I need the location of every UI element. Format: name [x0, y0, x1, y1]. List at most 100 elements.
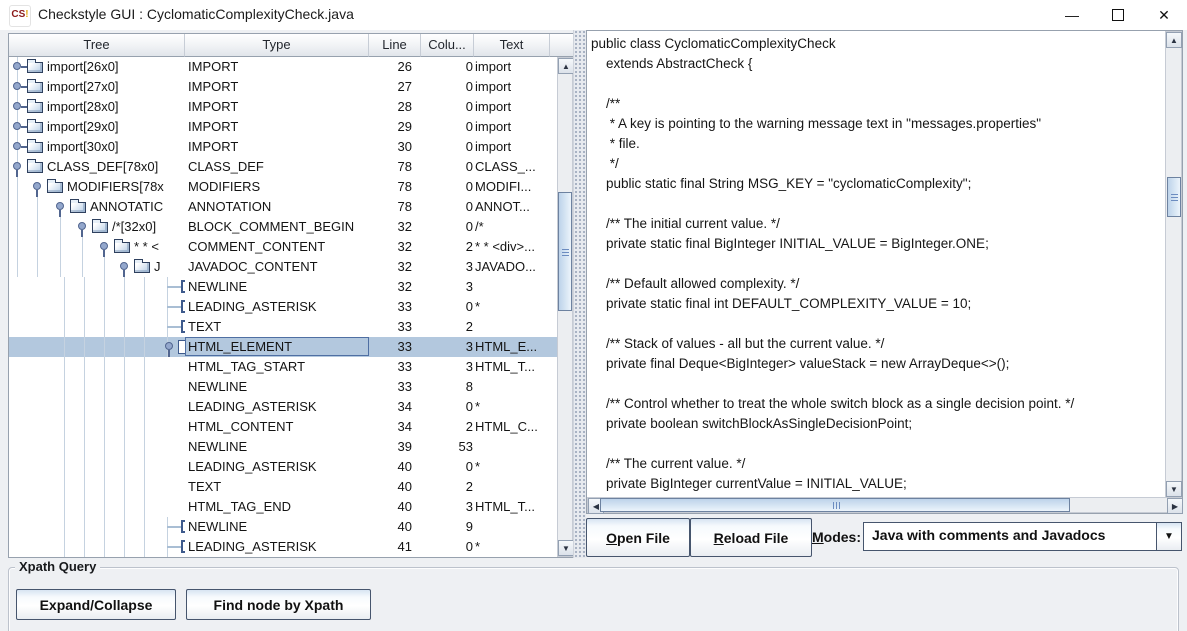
tree-table-row[interactable]: import[28x0]IMPORT280import	[9, 97, 557, 117]
text-cell: JAVADO...	[475, 257, 555, 277]
tree-table-row[interactable]: NEWLINE338	[9, 377, 557, 397]
tree-table-row[interactable]: LEADING_ASTERISK410*	[9, 537, 557, 557]
tree-collapse-handle-icon[interactable]	[13, 102, 21, 110]
column-header-blank	[550, 34, 574, 57]
tree-guide-line	[124, 297, 125, 317]
tree-table-row[interactable]: LEADING_ASTERISK400*	[9, 457, 557, 477]
code-scroll-down-button[interactable]: ▼	[1166, 481, 1182, 497]
tree-expand-handle-icon[interactable]	[56, 202, 64, 210]
chevron-down-icon[interactable]: ▼	[1156, 523, 1181, 550]
tree-guide-line	[64, 277, 65, 297]
tree-scrollbar-track[interactable]: ▲ ▼	[557, 57, 573, 557]
tree-table-row[interactable]: import[29x0]IMPORT290import	[9, 117, 557, 137]
tree-node-label: ANNOTATIC	[90, 197, 163, 217]
thumb-grip	[1171, 200, 1178, 201]
line-cell: 41	[361, 537, 412, 557]
tree-guide-line	[104, 517, 105, 537]
tree-collapse-handle-icon[interactable]	[13, 62, 21, 70]
modes-dropdown[interactable]: Java with comments and Javadocs ▼	[863, 522, 1182, 551]
tree-table-row[interactable]: NEWLINE323	[9, 277, 557, 297]
line-cell: 33	[361, 377, 412, 397]
tree-table-row[interactable]: NEWLINE409	[9, 517, 557, 537]
tree-node-label: import[29x0]	[47, 117, 119, 137]
tree-collapse-handle-icon[interactable]	[13, 122, 21, 130]
tree-guide-line	[124, 457, 125, 477]
tree-table-row[interactable]: HTML_ELEMENT333HTML_E...	[9, 337, 557, 357]
tree-guide-line	[64, 457, 65, 477]
tree-table-row[interactable]: HTML_TAG_END403HTML_T...	[9, 497, 557, 517]
tree-table-row[interactable]: JJAVADOC_CONTENT323JAVADO...	[9, 257, 557, 277]
column-header-tree[interactable]: Tree	[9, 34, 185, 57]
column-cell: 0	[417, 97, 473, 117]
tree-table-row[interactable]: TEXT402	[9, 477, 557, 497]
tree-expand-handle-icon[interactable]	[165, 342, 173, 350]
folder-icon	[27, 122, 43, 133]
tree-expand-handle-icon[interactable]	[13, 162, 21, 170]
code-scroll-right-button[interactable]: ▶	[1167, 498, 1183, 514]
column-header-type[interactable]: Type	[185, 34, 369, 57]
column-cell: 0	[417, 457, 473, 477]
tree-table-row[interactable]: CLASS_DEF[78x0]CLASS_DEF780CLASS_...	[9, 157, 557, 177]
minimize-button[interactable]: —	[1049, 0, 1095, 30]
column-header-line[interactable]: Line	[369, 34, 421, 57]
tree-guide-line	[124, 397, 125, 417]
tree-expand-handle-icon[interactable]	[100, 242, 108, 250]
tree-table-row[interactable]: import[26x0]IMPORT260import	[9, 57, 557, 77]
tree-handle-line	[81, 230, 83, 237]
tree-table-row[interactable]: TEXT332	[9, 317, 557, 337]
tree-guide-line	[144, 277, 145, 297]
column-cell: 53	[417, 437, 473, 457]
tree-table-row[interactable]: HTML_TAG_START333HTML_T...	[9, 357, 557, 377]
tree-table-row[interactable]: import[30x0]IMPORT300import	[9, 137, 557, 157]
folder-icon	[114, 242, 130, 253]
type-cell: BLOCK_COMMENT_BEGIN	[188, 217, 368, 237]
tree-collapse-handle-icon[interactable]	[13, 142, 21, 150]
code-scroll-up-button[interactable]: ▲	[1166, 32, 1182, 48]
find-node-by-xpath-button[interactable]: Find node by Xpath	[186, 589, 371, 620]
split-pane-divider[interactable]	[573, 30, 586, 558]
column-cell: 0	[417, 137, 473, 157]
tree-table-row[interactable]: NEWLINE3953	[9, 437, 557, 457]
column-cell: 2	[417, 317, 473, 337]
column-header-text[interactable]: Text	[474, 34, 550, 57]
type-cell: MODIFIERS	[188, 177, 368, 197]
tree-table-row[interactable]: /*[32x0]BLOCK_COMMENT_BEGIN320/*	[9, 217, 557, 237]
tree-node-label: * * <	[134, 237, 159, 257]
tree-table-row[interactable]: HTML_CONTENT342HTML_C...	[9, 417, 557, 437]
tree-expand-handle-icon[interactable]	[33, 182, 41, 190]
folder-icon	[27, 162, 43, 173]
tree-guide-line	[104, 497, 105, 517]
tree-guide-line	[124, 357, 125, 377]
tree-table-row[interactable]: ANNOTATICANNOTATION780ANNOT...	[9, 197, 557, 217]
tree-table-row[interactable]: MODIFIERS[78xMODIFIERS780MODIFI...	[9, 177, 557, 197]
column-header-colu[interactable]: Colu...	[421, 34, 474, 57]
tree-guide-line	[84, 397, 85, 417]
tree-expand-handle-icon[interactable]	[120, 262, 128, 270]
code-vscrollbar-track[interactable]: ▲ ▼	[1165, 31, 1182, 497]
close-button[interactable]: ✕	[1141, 0, 1187, 30]
expand-collapse-button[interactable]: Expand/Collapse	[16, 589, 176, 620]
code-hscrollbar-thumb[interactable]	[600, 498, 1070, 512]
tree-table-row[interactable]: * * <COMMENT_CONTENT322* * <div>...	[9, 237, 557, 257]
tree-scrollbar-thumb[interactable]	[558, 192, 572, 311]
tree-guide-line	[144, 497, 145, 517]
code-vscrollbar-thumb[interactable]	[1167, 177, 1181, 217]
maximize-icon	[1112, 9, 1124, 21]
reload-file-button[interactable]: Reload File	[690, 518, 812, 557]
tree-table-row[interactable]: LEADING_ASTERISK340*	[9, 397, 557, 417]
tree-collapse-handle-icon[interactable]	[13, 82, 21, 90]
tree-scroll-up-button[interactable]: ▲	[558, 58, 574, 74]
tree-table-row[interactable]: LEADING_ASTERISK330*	[9, 297, 557, 317]
tree-guide-line	[124, 477, 125, 497]
tree-scroll-down-button[interactable]: ▼	[558, 540, 574, 556]
code-line: /** Stack of values - all but the curren…	[591, 334, 1165, 354]
maximize-button[interactable]	[1095, 0, 1141, 30]
tree-expand-handle-icon[interactable]	[78, 222, 86, 230]
source-code-pane[interactable]: public class CyclomaticComplexityCheck e…	[586, 30, 1183, 514]
code-hscrollbar-track[interactable]: ◀ ▶	[587, 497, 1182, 513]
open-file-button[interactable]: Open File	[586, 518, 690, 557]
tree-guide-line	[144, 397, 145, 417]
tree-table-row[interactable]: import[27x0]IMPORT270import	[9, 77, 557, 97]
tree-cell: /*[32x0]	[9, 217, 185, 237]
tree-guide-line	[82, 237, 83, 257]
